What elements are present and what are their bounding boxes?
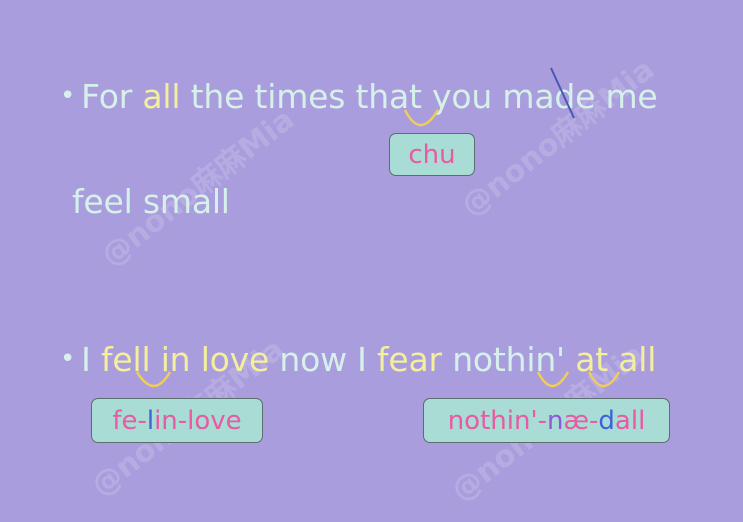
pronunciation-text: nothin'-: [447, 405, 547, 436]
pronunciation-text: in-love: [154, 405, 242, 436]
bullet: •: [60, 344, 76, 374]
pronunciation-text: all: [614, 405, 646, 436]
lyric-line-1: • For all the times that you made me: [60, 80, 658, 113]
lyric-text: For all the times that you made me: [81, 77, 658, 116]
lyric-line-2: feel small: [72, 185, 230, 218]
pronunciation-box-chu: chu: [389, 133, 475, 176]
lyric-word: For: [81, 77, 143, 116]
watermark: @nono麻麻Mia: [454, 52, 662, 224]
lyric-word: the times that you made me: [180, 77, 658, 116]
bullet: •: [60, 81, 76, 111]
lyric-text: I fell in love now I fear nothin' at all: [81, 340, 656, 379]
highlighted-word: all: [142, 77, 181, 116]
lyrics-slide: @nono麻麻Mia @nono麻麻Mia @nono麻麻Mia @nono麻麻…: [0, 0, 743, 522]
lyric-word: I: [81, 340, 101, 379]
pronunciation-text: n: [546, 405, 564, 436]
pronunciation-text: chu: [408, 139, 456, 170]
pronunciation-text: l: [146, 405, 155, 436]
pronunciation-text: æ-: [563, 405, 599, 436]
pronunciation-box-nothin-at-all: nothin'- n æ-d all: [423, 398, 670, 443]
highlighted-word: at all: [575, 340, 657, 379]
highlighted-word: fell in love: [100, 340, 270, 379]
pronunciation-text: fe-: [112, 405, 147, 436]
lyric-text: feel small: [72, 182, 230, 221]
highlighted-word: fear: [377, 340, 442, 379]
pronunciation-text: d: [598, 405, 615, 436]
pronunciation-box-fell-in-love: fe-l in-love: [91, 398, 263, 443]
lyric-line-3: • I fell in love now I fear nothin' at al…: [60, 343, 656, 376]
lyric-word: now I: [269, 340, 377, 379]
lyric-word: nothin': [441, 340, 576, 379]
